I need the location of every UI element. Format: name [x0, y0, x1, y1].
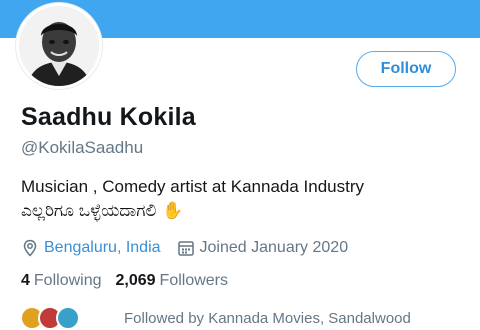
profile-avatar[interactable]	[16, 3, 102, 89]
avatar-photo	[19, 6, 99, 86]
profile-joined-date: Joined January 2020	[199, 239, 349, 256]
profile-name: Saadhu Kokila	[21, 103, 196, 131]
profile-bio-line-2: ಎಲ್ಲರಿಗೂ ಒಳ್ಳೆಯದಾಗಲಿ ✋	[21, 201, 184, 221]
profile-stats: 4 Following 2,069 Followers	[21, 272, 228, 290]
followers-count: 2,069	[115, 272, 156, 289]
raised-hand-icon: ✋	[162, 201, 184, 220]
bio-kannada-text: ಎಲ್ಲರಿಗೂ ಒಳ್ಳೆಯದಾಗಲಿ	[21, 201, 157, 220]
followed-by-avatars	[20, 306, 116, 330]
profile-location[interactable]: Bengaluru, India	[44, 239, 161, 257]
followers-label: Followers	[159, 272, 229, 289]
profile-meta: Bengaluru, India Joined January 2020	[21, 238, 348, 258]
following-link[interactable]: 4 Following	[21, 272, 102, 290]
following-count: 4	[21, 272, 30, 289]
location-pin-icon	[21, 239, 39, 257]
followed-by-row[interactable]: Followed by Kannada Movies, Sandalwood	[20, 306, 411, 330]
profile-bio-line-1: Musician , Comedy artist at Kannada Indu…	[21, 177, 364, 196]
following-label: Following	[33, 272, 102, 289]
followed-by-text: Followed by Kannada Movies, Sandalwood	[124, 309, 411, 327]
follow-button[interactable]: Follow	[356, 51, 456, 87]
mini-avatar	[56, 306, 80, 330]
profile-handle: @KokilaSaadhu	[21, 138, 144, 157]
calendar-icon	[177, 239, 195, 257]
followers-link[interactable]: 2,069 Followers	[116, 272, 229, 290]
